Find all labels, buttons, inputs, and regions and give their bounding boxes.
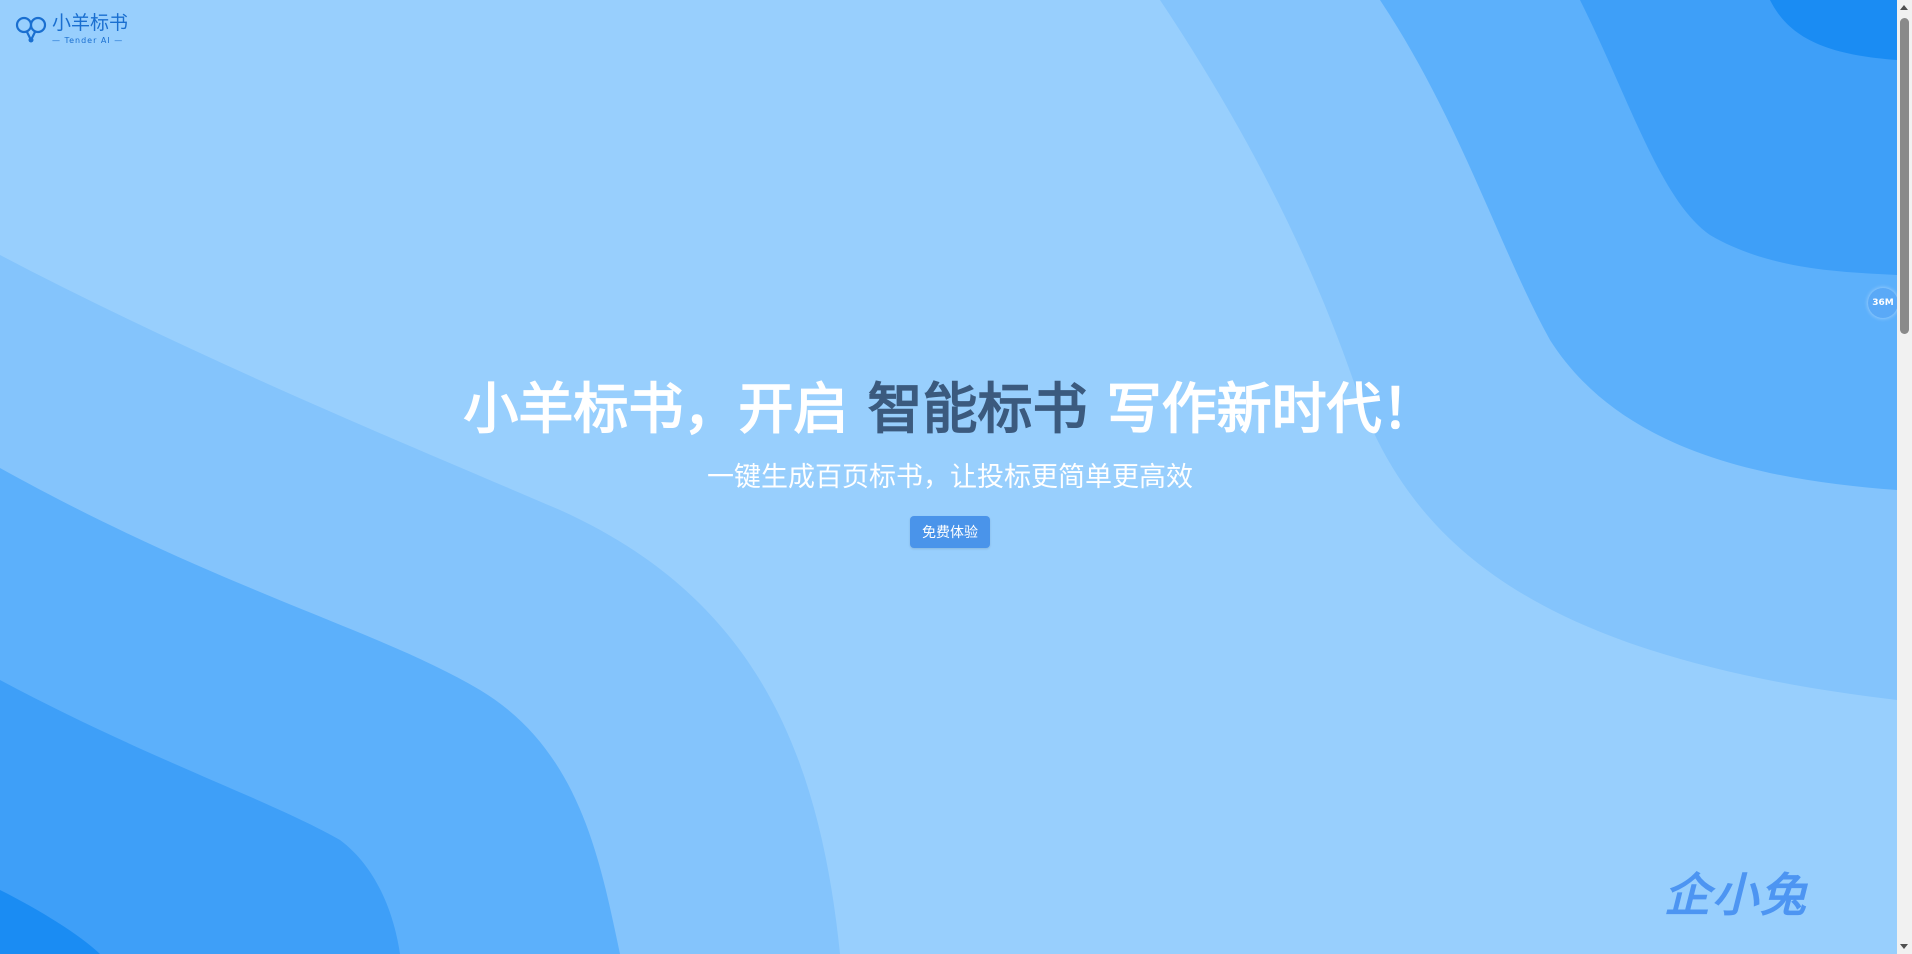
hero-headline: 小羊标书，开启 智能标书 写作新时代！ [0,376,1900,442]
landing-page: 小羊标书 — Tender AI — 小羊标书，开启 智能标书 写作新时代！ 一… [0,0,1912,954]
hero-subline: 一键生成百页标书，让投标更简单更高效 [707,462,1193,493]
vertical-scrollbar[interactable] [1897,0,1912,954]
watermark-logo: 企小兔 [1664,868,1808,922]
hero-section: 小羊标书，开启 智能标书 写作新时代！ 一键生成百页标书，让投标更简单更高效 免… [0,376,1900,549]
headline-accent: 智能标书 [867,377,1088,441]
brand-name: 小羊标书 [52,11,129,34]
brand-subtitle: — Tender AI — [52,35,124,45]
headline-part-2: 写作新时代！ [1087,377,1437,441]
scroll-down-arrow-icon[interactable] [1900,944,1908,949]
scrollbar-thumb[interactable] [1900,18,1909,334]
headline-part-1: 小羊标书，开启 [463,377,868,441]
free-trial-button[interactable]: 免费体验 [910,516,990,549]
scroll-up-arrow-icon[interactable] [1900,5,1908,10]
floating-badge[interactable]: 36M [1868,288,1898,318]
sheep-logo-icon [15,16,47,43]
brand-logo[interactable]: 小羊标书 — Tender AI — [14,13,129,45]
